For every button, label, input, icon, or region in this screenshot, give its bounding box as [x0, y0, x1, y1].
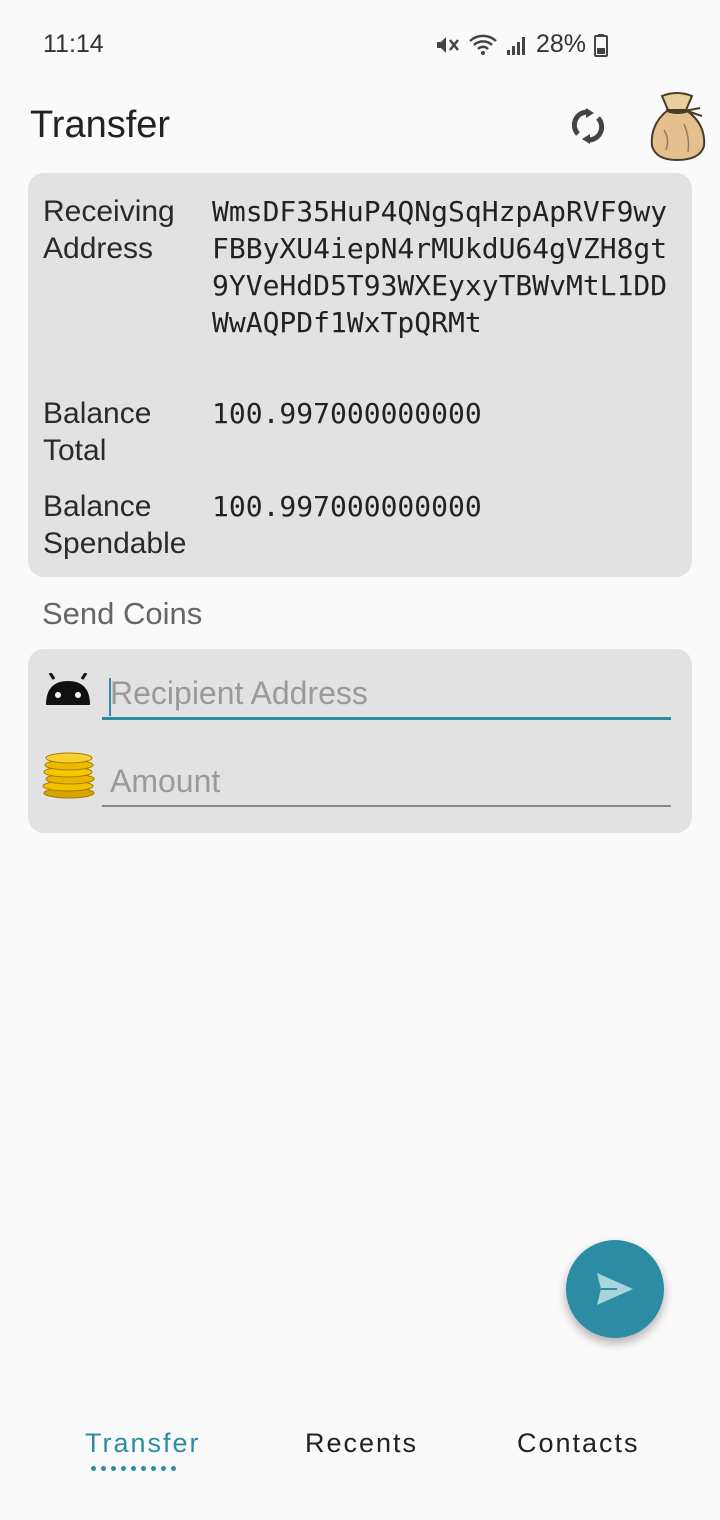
- refresh-button[interactable]: [566, 104, 610, 148]
- balance-spendable-value: 100.997000000000: [212, 490, 482, 523]
- wifi-icon: [469, 34, 497, 55]
- status-time: 11:14: [43, 30, 104, 58]
- send-icon: [597, 1273, 633, 1305]
- signal-icon: [506, 36, 525, 55]
- battery-icon: [594, 33, 608, 57]
- bottom-navigation: Transfer Recents Contacts: [0, 1400, 720, 1520]
- amount-field[interactable]: [102, 757, 671, 807]
- active-tab-indicator: [91, 1466, 191, 1472]
- amount-input[interactable]: [102, 757, 671, 805]
- android-icon: [42, 672, 94, 714]
- send-coins-card: [28, 649, 692, 833]
- app-bar: Transfer: [0, 90, 720, 170]
- balance-spendable-label: Balance Spendable: [43, 490, 187, 560]
- balance-total-label: Balance Total: [43, 397, 152, 467]
- status-bar: 11:14 28%: [0, 0, 720, 90]
- coins-icon: [42, 751, 96, 804]
- tab-recents[interactable]: Recents: [305, 1428, 418, 1459]
- balance-total-value: 100.997000000000: [212, 397, 482, 430]
- send-coins-heading: Send Coins: [42, 596, 203, 631]
- recipient-address-input[interactable]: [102, 670, 671, 717]
- text-caret: [109, 678, 111, 716]
- wallet-button[interactable]: [644, 90, 710, 162]
- tab-contacts[interactable]: Contacts: [517, 1428, 640, 1459]
- recipient-address-field[interactable]: [102, 670, 671, 720]
- page-title: Transfer: [30, 104, 171, 146]
- wallet-info-card: Receiving Address WmsDF35HuP4QNgSqHzpApR…: [28, 173, 692, 577]
- mute-icon: [436, 36, 459, 53]
- tab-transfer[interactable]: Transfer: [85, 1428, 201, 1459]
- money-bag-icon: [650, 92, 706, 162]
- receiving-address-value: WmsDF35HuP4QNgSqHzpApRVF9wyFBByXU4iepN4r…: [212, 195, 668, 339]
- receiving-address-label: Receiving Address: [43, 195, 175, 265]
- refresh-icon: [572, 108, 604, 144]
- status-icons: 28%: [434, 30, 608, 59]
- battery-percent: 28%: [535, 30, 586, 58]
- send-button[interactable]: [566, 1240, 664, 1338]
